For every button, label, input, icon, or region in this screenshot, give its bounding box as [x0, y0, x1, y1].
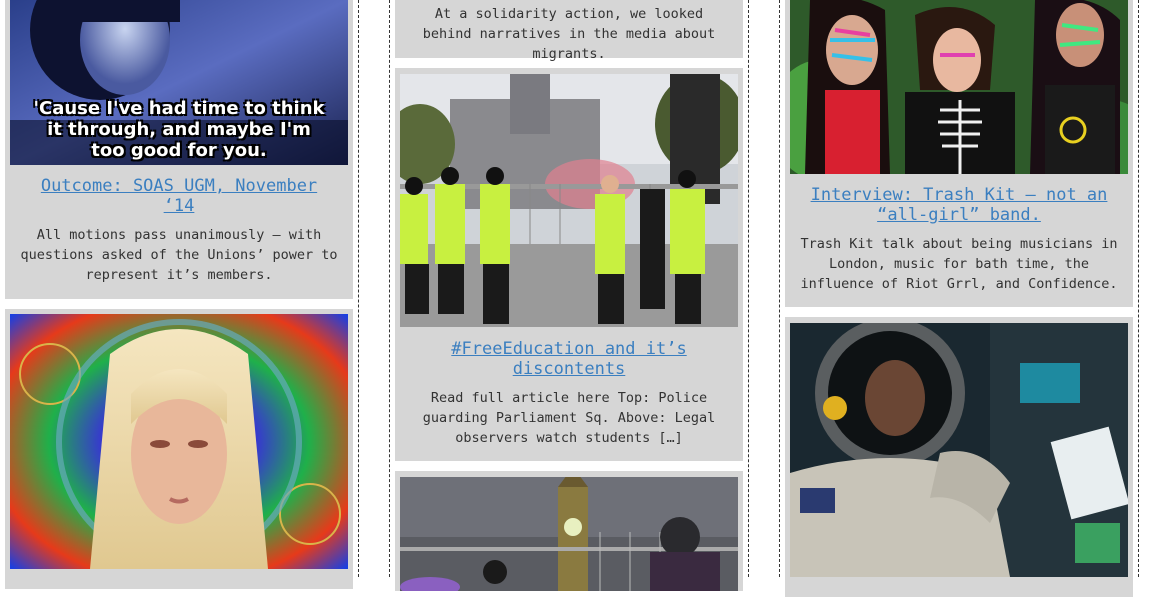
- column-right: Interview: Trash Kit – not an “all-girl”…: [779, 0, 1139, 597]
- astronaut-photo-image: [790, 323, 1128, 577]
- post-title-link[interactable]: #FreeEducation and it’s discontents: [395, 339, 743, 379]
- post-card: Interview: Trash Kit – not an “all-girl”…: [785, 0, 1133, 307]
- band-photo-image: [790, 0, 1128, 174]
- portrait-image: [10, 314, 348, 569]
- post-thumbnail[interactable]: [10, 314, 348, 569]
- post-excerpt: Trash Kit talk about being musicians in …: [800, 236, 1118, 292]
- column-left: 'Cause I've had time to think it through…: [0, 0, 359, 589]
- post-title-link[interactable]: Interview: Trash Kit – not an “all-girl”…: [785, 185, 1133, 225]
- post-excerpt: Read full article here Top: Police guard…: [422, 390, 716, 446]
- post-excerpt: At a solidarity action, we looked behind…: [422, 6, 716, 62]
- post-thumbnail[interactable]: [400, 477, 738, 591]
- column-middle: At a solidarity action, we looked behind…: [389, 0, 749, 591]
- post-thumbnail[interactable]: 'Cause I've had time to think it through…: [10, 0, 348, 165]
- post-thumbnail[interactable]: [790, 0, 1128, 174]
- post-excerpt: All motions pass unanimously – with ques…: [20, 227, 338, 283]
- post-title-link[interactable]: Outcome: SOAS UGM, November ‘14: [5, 176, 353, 216]
- post-thumbnail[interactable]: [790, 323, 1128, 577]
- police-photo-image: [400, 74, 738, 327]
- big-ben-photo-image: [400, 477, 738, 591]
- post-card: At a solidarity action, we looked behind…: [395, 0, 743, 62]
- image-subtitle: 'Cause I've had time to think it through…: [33, 98, 325, 161]
- post-card: 'Cause I've had time to think it through…: [5, 0, 353, 299]
- post-card: #FreeEducation and it’s discontents Read…: [395, 68, 743, 461]
- post-thumbnail[interactable]: [400, 74, 738, 327]
- post-card: [395, 471, 743, 591]
- post-card: [5, 309, 353, 589]
- post-card: [785, 317, 1133, 597]
